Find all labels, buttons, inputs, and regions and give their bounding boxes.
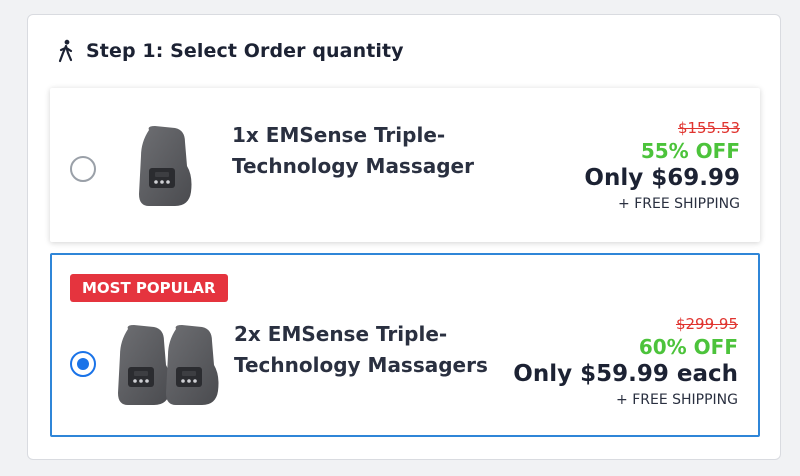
massager-device-icon: [162, 325, 220, 407]
step-title: Step 1: Select Order quantity: [86, 40, 404, 62]
shipping-note: + FREE SHIPPING: [618, 196, 740, 212]
most-popular-badge: MOST POPULAR: [70, 274, 228, 302]
original-price: $155.53: [677, 119, 740, 137]
radio-button-1x[interactable]: [70, 156, 96, 182]
quantity-option-1x[interactable]: 1x EMSense Triple-Technology Massager $1…: [50, 88, 760, 242]
discount-label: 55% OFF: [640, 139, 740, 163]
walking-person-icon: [56, 39, 76, 63]
sale-price: Only $69.99: [584, 165, 740, 191]
product-name: 2x EMSense Triple-Technology Massagers: [234, 322, 488, 377]
radio-button-2x[interactable]: [70, 351, 96, 377]
price-block: $299.95 60% OFF Only $59.99 each + FREE …: [513, 314, 738, 411]
massager-device-icon: [135, 126, 193, 208]
price-block: $155.53 55% OFF Only $69.99 + FREE SHIPP…: [584, 118, 740, 215]
original-price: $299.95: [675, 315, 738, 333]
shipping-note: + FREE SHIPPING: [616, 392, 738, 408]
quantity-option-2x[interactable]: MOST POPULAR 2x EMSense Triple-Technolog…: [50, 253, 760, 437]
order-quantity-panel: Step 1: Select Order quantity 1x EMSense…: [27, 14, 781, 460]
sale-price: Only $59.99 each: [513, 361, 738, 387]
step-header: Step 1: Select Order quantity: [56, 37, 404, 65]
product-name: 1x EMSense Triple-Technology Massager: [232, 123, 474, 178]
discount-label: 60% OFF: [638, 335, 738, 359]
